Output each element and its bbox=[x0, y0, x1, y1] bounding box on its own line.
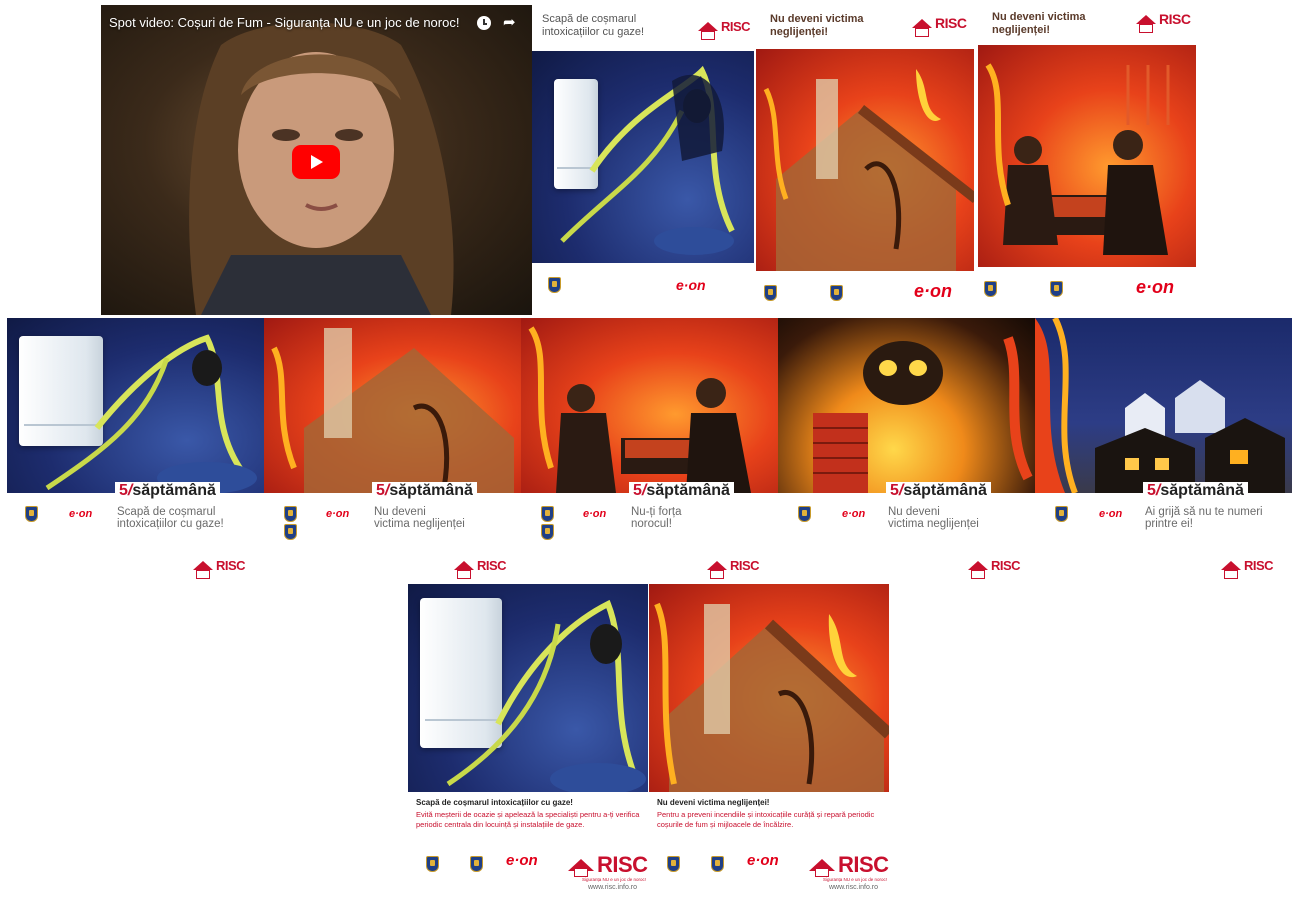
burning-house bbox=[654, 602, 889, 792]
eon-logo: e·on bbox=[914, 281, 952, 301]
top-poster-1: Scapă de coșmarul intoxicațiilor cu gaze… bbox=[532, 5, 754, 315]
crest-icon bbox=[711, 856, 724, 872]
fire-house-artwork bbox=[649, 584, 889, 792]
poster-title: Nu deveni victima neglijenței bbox=[374, 506, 465, 530]
risc-logo: RISC bbox=[454, 558, 507, 579]
crest-icon bbox=[548, 277, 561, 293]
reaper-artwork bbox=[7, 318, 264, 493]
mid-poster-4: 5/săptămână e·on Nu deveni victima neglij… bbox=[778, 318, 1035, 580]
crest-icon bbox=[541, 506, 554, 522]
crest-icon bbox=[984, 281, 997, 297]
per-week-badge: 5/săptămână bbox=[886, 482, 991, 500]
crest-icon bbox=[764, 285, 777, 301]
bottom-poster-2: Nu deveni victima neglijenței! Pentru a … bbox=[649, 584, 889, 898]
risc-logo: RISC bbox=[193, 558, 246, 579]
risc-logo: RISC bbox=[1136, 11, 1191, 33]
eon-logo: e·on bbox=[676, 277, 706, 293]
skull-fire-artwork bbox=[778, 318, 1035, 493]
per-week-badge: 5/săptămână bbox=[1143, 482, 1248, 500]
eon-logo: e·on bbox=[326, 508, 350, 520]
crest-icon bbox=[426, 856, 439, 872]
reaper-figure bbox=[446, 599, 646, 792]
poster-title: Nu-ți forța norocul! bbox=[631, 506, 682, 530]
top-poster-3: Nu deveni victima neglijenței! RISC e·on bbox=[976, 5, 1198, 315]
eon-logo: e·on bbox=[1136, 277, 1174, 297]
burning-house bbox=[763, 69, 974, 271]
crest-icon bbox=[284, 524, 297, 540]
fire-house-artwork bbox=[756, 49, 974, 271]
risc-logo: RISC bbox=[707, 558, 760, 579]
risc-logo: RISC bbox=[698, 19, 751, 40]
reaper-artwork bbox=[408, 584, 648, 792]
poster-headline: Scapă de coșmarul intoxicațiilor cu gaze… bbox=[542, 13, 645, 38]
eon-logo: e·on bbox=[1099, 508, 1123, 520]
tagline: Siguranța NU e un joc de noroc! bbox=[823, 877, 888, 882]
crest-icon bbox=[667, 856, 680, 872]
poster-title: Nu deveni victima neglijenței bbox=[888, 506, 979, 530]
crest-icon bbox=[798, 506, 811, 522]
chess-artwork bbox=[521, 318, 778, 493]
crest-icon bbox=[1050, 281, 1063, 297]
risc-logo: RISC bbox=[912, 15, 967, 37]
play-button[interactable] bbox=[292, 145, 340, 179]
mid-poster-1: 5/săptămână e·on Scapă de coșmarul intoxi… bbox=[7, 318, 264, 580]
website-link[interactable]: www.risc.info.ro bbox=[829, 884, 878, 891]
burning-house bbox=[271, 328, 514, 493]
poster-title: Scapă de coșmarul intoxicațiilor cu gaze! bbox=[117, 506, 224, 530]
poster-headline: Nu deveni victima neglijenței! bbox=[992, 11, 1086, 36]
per-week-badge: 5/săptămână bbox=[372, 482, 477, 500]
mid-poster-5: 5/săptămână e·on Ai grijă să nu te numer… bbox=[1035, 318, 1292, 580]
share-icon[interactable]: ➦ bbox=[503, 15, 516, 31]
crest-icon bbox=[1055, 506, 1068, 522]
crest-icon bbox=[541, 524, 554, 540]
poster-heading: Scapă de coșmarul intoxicațiilor cu gaze… bbox=[416, 798, 573, 807]
reaper-artwork bbox=[532, 51, 754, 263]
risc-logo: RISC bbox=[809, 852, 889, 878]
eon-logo: e·on bbox=[747, 852, 779, 869]
per-week-badge: 5/săptămână bbox=[115, 482, 220, 500]
crest-icon bbox=[25, 506, 38, 522]
eon-logo: e·on bbox=[842, 508, 866, 520]
crest-icon bbox=[830, 285, 843, 301]
chess-artwork bbox=[978, 45, 1196, 267]
video-title[interactable]: Spot video: Coșuri de Fum - Siguranța NU… bbox=[109, 15, 459, 31]
video-thumbnail[interactable]: Spot video: Coșuri de Fum - Siguranța NU… bbox=[101, 5, 533, 315]
website-link[interactable]: www.risc.info.ro bbox=[588, 884, 637, 891]
risc-logo: RISC bbox=[968, 558, 1021, 579]
play-icon bbox=[311, 155, 323, 169]
risc-logo: RISC bbox=[1221, 558, 1274, 579]
eon-logo: e·on bbox=[583, 508, 607, 520]
poster-body: Evită meșterii de ocazie și apelează la … bbox=[416, 810, 640, 829]
chess-players bbox=[985, 63, 1170, 255]
mid-poster-2: 5/săptămână e·on Nu deveni victima neglij… bbox=[264, 318, 521, 580]
reaper-figure bbox=[560, 65, 735, 255]
mid-poster-3: 5/săptămână e·on Nu-ți forța norocul! RIS… bbox=[521, 318, 778, 580]
crest-icon bbox=[470, 856, 483, 872]
poster-heading: Nu deveni victima neglijenței! bbox=[657, 798, 770, 807]
tagline: Siguranța NU e un joc de noroc! bbox=[582, 877, 647, 882]
poster-title: Ai grijă să nu te numeri printre ei! bbox=[1145, 506, 1263, 530]
eon-logo: e·on bbox=[506, 852, 538, 869]
reaper-figure bbox=[45, 334, 257, 493]
eon-logo: e·on bbox=[69, 508, 93, 520]
watch-later-icon[interactable] bbox=[477, 16, 491, 30]
per-week-badge: 5/săptămână bbox=[629, 482, 734, 500]
top-poster-2: Nu deveni victima neglijenței! RISC e·on bbox=[754, 5, 976, 315]
risc-logo: RISC bbox=[568, 852, 648, 878]
poster-headline: Nu deveni victima neglijenței! bbox=[770, 13, 864, 38]
fire-house-artwork bbox=[264, 318, 521, 493]
bottom-poster-1: Scapă de coșmarul intoxicațiilor cu gaze… bbox=[408, 584, 648, 898]
burning-neighbourhood bbox=[1035, 318, 1285, 493]
night-houses-artwork bbox=[1035, 318, 1292, 493]
crest-icon bbox=[284, 506, 297, 522]
chess-players bbox=[528, 326, 751, 493]
skull-chimney bbox=[813, 336, 1033, 493]
poster-body: Pentru a preveni incendiile și intoxicaț… bbox=[657, 810, 875, 829]
